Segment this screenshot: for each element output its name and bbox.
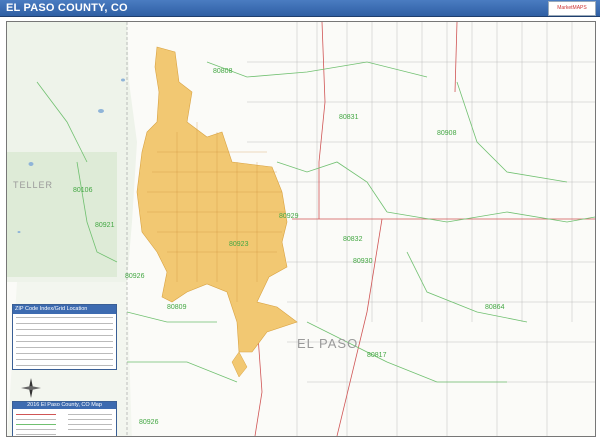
brand-logo-text: MarketMAPS <box>557 5 587 11</box>
zip-label: 80809 <box>167 304 187 311</box>
zip-label: 80926 <box>125 273 145 280</box>
zip-label: 80929 <box>279 213 299 220</box>
map-canvas[interactable]: TELLER EL PASO 80808 80831 80908 80106 8… <box>6 21 596 437</box>
road-grid <box>247 22 595 436</box>
map-title: EL PASO COUNTY, CO <box>6 2 128 14</box>
zip-label: 80832 <box>343 236 363 243</box>
zip-label: 80864 <box>485 304 505 311</box>
brand-logo: MarketMAPS <box>548 1 596 16</box>
zip-label: 80106 <box>73 187 93 194</box>
teller-county-area <box>7 152 117 277</box>
zip-label: 80831 <box>339 114 359 121</box>
urban-south <box>231 351 248 378</box>
map-drawing <box>7 22 595 436</box>
highways <box>254 22 595 436</box>
zip-label: 80817 <box>367 352 387 359</box>
title-bar: EL PASO COUNTY, CO MarketMAPS <box>0 0 600 17</box>
zip-label: 80908 <box>437 130 457 137</box>
map-legend: 2016 El Paso County, CO Map <box>12 401 117 436</box>
zip-label: 80923 <box>229 241 249 248</box>
county-label-teller: TELLER <box>13 180 54 190</box>
zip-label: 80921 <box>95 222 115 229</box>
zip-index-title: ZIP Code Index/Grid Location <box>13 305 116 314</box>
north-arrow-icon <box>21 378 41 398</box>
map-page: EL PASO COUNTY, CO MarketMAPS TELLER EL … <box>0 0 600 442</box>
zip-label: 80930 <box>353 258 373 265</box>
county-label-el-paso: EL PASO <box>297 336 359 351</box>
zip-label: 80808 <box>213 68 233 75</box>
zip-code-index: ZIP Code Index/Grid Location <box>12 304 117 370</box>
legend-title: 2016 El Paso County, CO Map <box>13 402 116 409</box>
zip-label: 80926 <box>139 419 159 426</box>
